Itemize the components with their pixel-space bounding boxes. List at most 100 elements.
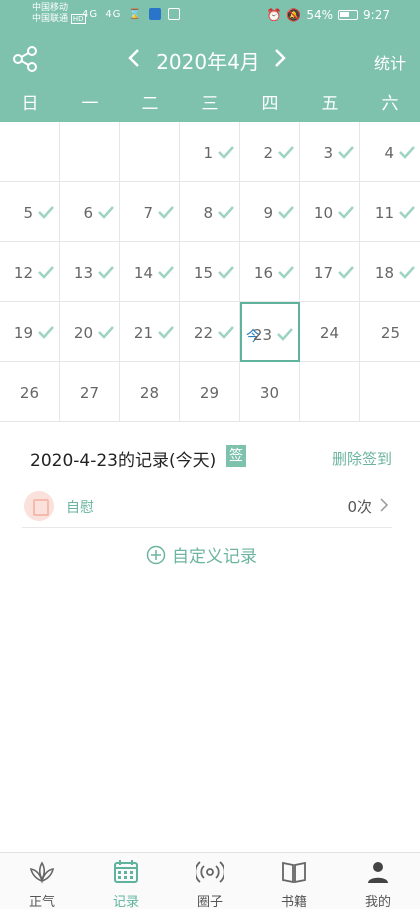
calendar-day-cell[interactable]: 7 bbox=[120, 182, 180, 242]
tab-1[interactable]: 记录 bbox=[84, 853, 168, 909]
calendar-day-cell[interactable]: 25 bbox=[360, 302, 420, 362]
calendar-grid: 1 2 3 4 5 6 7 8 9 10 11 12 13 14 15 16 17 18 19 20 21 22 今 23 24… bbox=[0, 122, 420, 422]
custom-record-label: 自定义记录 bbox=[172, 547, 257, 567]
calendar-day-cell[interactable]: 11 bbox=[360, 182, 420, 242]
tab-label: 书籍 bbox=[280, 895, 307, 909]
record-item-label: 自慰 bbox=[66, 500, 94, 516]
hourglass-icon: ⌛ bbox=[128, 9, 143, 20]
day-number: 3 bbox=[323, 144, 333, 162]
calendar-day-cell[interactable]: 20 bbox=[60, 302, 120, 362]
calendar-day-cell[interactable]: 13 bbox=[60, 242, 120, 302]
calendar-day-cell[interactable]: 10 bbox=[300, 182, 360, 242]
check-icon bbox=[158, 266, 174, 279]
check-icon bbox=[338, 266, 354, 279]
signal-indicators: 4G 4G ⌛ bbox=[82, 8, 183, 20]
weekday-label: 日 bbox=[21, 94, 39, 114]
chevron-right-icon[interactable] bbox=[270, 44, 290, 72]
calendar-week-row: 1 2 3 4 bbox=[0, 122, 420, 182]
check-icon bbox=[218, 326, 234, 339]
calendar-day-cell[interactable]: 5 bbox=[0, 182, 60, 242]
record-item[interactable]: 自慰 0次 bbox=[22, 488, 392, 528]
day-number: 5 bbox=[23, 204, 33, 222]
calendar-week-row: 19 20 21 22 今 23 24 25 bbox=[0, 302, 420, 362]
calendar-day-cell[interactable]: 12 bbox=[0, 242, 60, 302]
lotus-icon bbox=[29, 861, 55, 884]
calendar-day-cell[interactable]: 28 bbox=[120, 362, 180, 422]
record-title: 2020-4-23的记录(今天) bbox=[30, 451, 217, 471]
custom-record-button[interactable]: 自定义记录 bbox=[146, 542, 257, 567]
calendar-week-row: 26 27 28 29 30 bbox=[0, 362, 420, 422]
tab-label: 正气 bbox=[28, 895, 55, 909]
delete-sign-button[interactable]: 删除签到 bbox=[332, 448, 392, 469]
battery-icon bbox=[338, 10, 359, 20]
check-icon bbox=[218, 146, 234, 159]
calendar-day-cell[interactable]: 9 bbox=[240, 182, 300, 242]
stats-button[interactable]: 统计 bbox=[374, 50, 406, 74]
share-icon[interactable] bbox=[12, 46, 38, 72]
day-number: 24 bbox=[319, 324, 339, 342]
calendar-empty-cell bbox=[300, 362, 360, 422]
weekday-label: 六 bbox=[381, 94, 399, 114]
day-number: 25 bbox=[380, 324, 400, 342]
calendar-day-cell[interactable]: 27 bbox=[60, 362, 120, 422]
day-number: 16 bbox=[253, 264, 273, 282]
check-icon bbox=[158, 206, 174, 219]
calendar-empty-cell bbox=[60, 122, 120, 182]
check-icon bbox=[98, 326, 114, 339]
tab-0[interactable]: 正气 bbox=[0, 853, 84, 909]
carrier-1: 中国移动 bbox=[32, 3, 69, 13]
chevron-left-icon[interactable] bbox=[124, 44, 144, 72]
status-bar: 中国移动 中国联通 HD 4G 4G ⌛ ⏰ 🔕 54% 9:27 bbox=[0, 0, 420, 30]
calendar-day-cell[interactable]: 15 bbox=[180, 242, 240, 302]
calendar-day-cell[interactable]: 17 bbox=[300, 242, 360, 302]
day-number: 11 bbox=[374, 204, 394, 222]
alarm-icon: ⏰ bbox=[266, 8, 282, 22]
record-item-count: 0次 bbox=[347, 498, 372, 516]
chevron-right-icon bbox=[380, 498, 389, 512]
tab-label: 我的 bbox=[364, 895, 391, 909]
calendar-day-cell[interactable]: 30 bbox=[240, 362, 300, 422]
calendar-day-cell[interactable]: 18 bbox=[360, 242, 420, 302]
day-number: 17 bbox=[313, 264, 333, 282]
calendar-day-cell[interactable]: 26 bbox=[0, 362, 60, 422]
day-number: 13 bbox=[73, 264, 93, 282]
check-icon bbox=[338, 206, 354, 219]
day-number: 8 bbox=[203, 204, 213, 222]
tab-2[interactable]: 圈子 bbox=[168, 853, 252, 909]
calendar-day-cell[interactable]: 2 bbox=[240, 122, 300, 182]
calendar-day-cell[interactable]: 4 bbox=[360, 122, 420, 182]
calendar-day-cell[interactable]: 14 bbox=[120, 242, 180, 302]
calendar-day-cell[interactable]: 29 bbox=[180, 362, 240, 422]
calendar-day-cell[interactable]: 24 bbox=[300, 302, 360, 362]
sign-badge: 签 bbox=[226, 445, 246, 467]
tab-3[interactable]: 书籍 bbox=[252, 853, 336, 909]
tab-label: 圈子 bbox=[196, 895, 223, 909]
tab-4[interactable]: 我的 bbox=[336, 853, 420, 909]
tab-label: 记录 bbox=[112, 895, 139, 909]
check-icon bbox=[277, 328, 293, 341]
calendar-day-cell[interactable]: 8 bbox=[180, 182, 240, 242]
check-icon bbox=[158, 326, 174, 339]
status-right: ⏰ 🔕 54% 9:27 bbox=[266, 8, 390, 22]
weekday-header: 日一二三四五六 bbox=[0, 88, 420, 120]
day-number: 18 bbox=[374, 264, 394, 282]
weekday-label: 二 bbox=[141, 94, 159, 114]
calendar-day-cell[interactable]: 3 bbox=[300, 122, 360, 182]
calendar-day-cell[interactable]: 6 bbox=[60, 182, 120, 242]
day-number: 12 bbox=[13, 264, 33, 282]
broadcast-icon bbox=[196, 861, 224, 883]
day-number: 21 bbox=[133, 324, 153, 342]
calendar-day-cell[interactable]: 1 bbox=[180, 122, 240, 182]
calendar-day-cell[interactable]: 今 23 bbox=[240, 302, 300, 362]
book-icon bbox=[282, 861, 306, 884]
calendar-day-cell[interactable]: 21 bbox=[120, 302, 180, 362]
calendar-day-cell[interactable]: 16 bbox=[240, 242, 300, 302]
weekday-label: 一 bbox=[81, 94, 99, 114]
calendar-day-cell[interactable]: 22 bbox=[180, 302, 240, 362]
day-number: 28 bbox=[139, 384, 159, 402]
calendar-day-cell[interactable]: 19 bbox=[0, 302, 60, 362]
weekday-label: 四 bbox=[261, 94, 279, 114]
calendar-week-row: 12 13 14 15 16 17 18 bbox=[0, 242, 420, 302]
bottom-tab-bar: 正气 记录 圈子 书籍 我的 bbox=[0, 852, 420, 909]
carrier-info: 中国移动 中国联通 HD bbox=[32, 3, 86, 25]
